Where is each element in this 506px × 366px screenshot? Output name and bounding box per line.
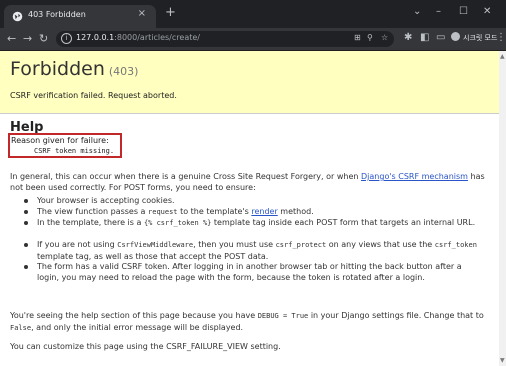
minimize-button[interactable]: – xyxy=(436,6,441,17)
render-link[interactable]: render xyxy=(251,207,277,216)
address-bar[interactable]: i 127.0.0.1:8000/articles/create/ ⊞ ⚲ ☆ xyxy=(56,31,394,47)
summary-box: Forbidden (403) CSRF verification failed.… xyxy=(0,51,499,114)
translate-icon[interactable]: ⊞ xyxy=(354,33,361,42)
page-title: Forbidden (403) xyxy=(10,58,139,80)
browser-window: 403 Forbidden × + ⌄ – ☐ ✕ ← → ↻ i 127.0.… xyxy=(0,0,506,366)
debug-paragraph: You're seeing the help section of this p… xyxy=(10,311,484,332)
bookmark-star-icon[interactable]: ☆ xyxy=(381,33,388,42)
scrollbar[interactable]: ▲ ▼ xyxy=(499,51,506,366)
tab-active[interactable]: 403 Forbidden × xyxy=(4,5,156,28)
zoom-icon[interactable]: ⚲ xyxy=(367,33,373,42)
forward-arrow-icon[interactable]: → xyxy=(23,32,32,45)
list-item: Your browser is accepting cookies. xyxy=(37,196,175,205)
url-text[interactable]: 127.0.0.1:8000/articles/create/ xyxy=(76,33,200,42)
extensions-icon[interactable]: ✱ xyxy=(404,32,412,43)
side-panel-icon[interactable]: ◧ xyxy=(420,32,429,43)
list-item: If you are not using CsrfViewMiddleware,… xyxy=(37,240,477,261)
close-window-button[interactable]: ✕ xyxy=(483,6,491,17)
browser-toolbar: ← → ↻ i 127.0.0.1:8000/articles/create/ … xyxy=(0,28,506,51)
intro-paragraph: In general, this can occur when there is… xyxy=(10,172,485,192)
back-arrow-icon[interactable]: ← xyxy=(7,32,16,45)
customize-paragraph: You can customize this page using the CS… xyxy=(10,342,281,351)
bullet xyxy=(24,265,28,269)
status-code: (403) xyxy=(108,65,139,78)
reason-text: CSRF token missing. xyxy=(34,147,115,155)
menu-kebab-icon[interactable]: ⋮ xyxy=(496,32,506,43)
tab-close-icon[interactable]: × xyxy=(138,8,146,19)
tab-title: 403 Forbidden xyxy=(28,10,86,19)
bullet xyxy=(24,199,28,203)
scroll-up-arrow-icon[interactable]: ▲ xyxy=(500,53,505,60)
list-item: In the template, there is a {% csrf_toke… xyxy=(37,218,476,227)
incognito-icon[interactable] xyxy=(451,32,460,41)
django-csrf-link[interactable]: Django's CSRF mechanism xyxy=(361,172,468,181)
new-tab-button[interactable]: + xyxy=(165,6,176,19)
tab-search-chevron-icon[interactable]: ⌄ xyxy=(413,6,421,17)
bullet xyxy=(24,221,28,225)
bullet xyxy=(24,243,28,247)
list-item: The form has a valid CSRF token. After l… xyxy=(37,262,462,282)
tab-strip: 403 Forbidden × + ⌄ – ☐ ✕ xyxy=(0,0,506,28)
scroll-down-arrow-icon[interactable]: ▼ xyxy=(500,357,505,364)
bullet xyxy=(24,210,28,214)
reason-label: Reason given for failure: xyxy=(11,136,109,145)
maximize-button[interactable]: ☐ xyxy=(459,6,468,17)
page-content: Forbidden (403) CSRF verification failed.… xyxy=(0,51,499,366)
info-icon[interactable]: i xyxy=(61,33,72,44)
summary-message: CSRF verification failed. Request aborte… xyxy=(10,91,177,100)
incognito-label[interactable]: 시크릿 모드 xyxy=(463,33,497,43)
reload-icon[interactable]: ↻ xyxy=(39,32,48,45)
globe-icon xyxy=(12,11,23,22)
split-view-icon[interactable]: ▭ xyxy=(436,32,445,43)
